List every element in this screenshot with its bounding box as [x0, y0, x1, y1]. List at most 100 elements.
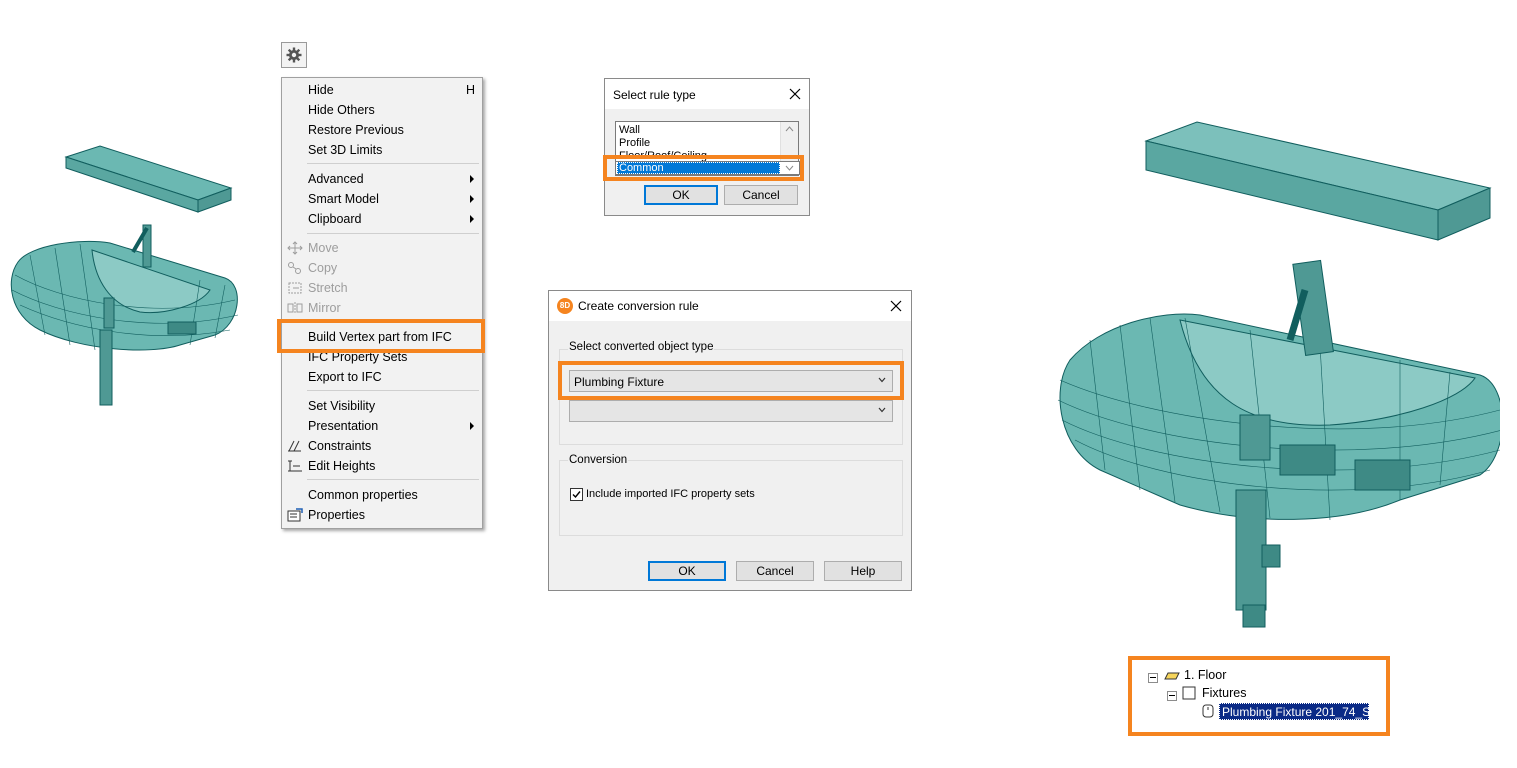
help-button[interactable]: Help: [824, 561, 902, 581]
list-item[interactable]: Profile: [619, 137, 650, 150]
menu-item-common-properties[interactable]: Common properties: [282, 485, 482, 505]
menu-item-hide[interactable]: Hide H: [282, 80, 482, 100]
mirror-icon: [287, 302, 303, 314]
scroll-up-icon[interactable]: [785, 126, 794, 132]
close-icon[interactable]: [788, 87, 802, 101]
checkmark-icon: [572, 491, 581, 499]
menu-item-edit-heights[interactable]: Edit Heights: [282, 456, 482, 476]
selected-rule-type: Common: [619, 162, 664, 174]
menu-item-presentation[interactable]: Presentation: [282, 416, 482, 436]
include-ifc-checkbox[interactable]: [570, 488, 583, 501]
menu-separator: [307, 233, 479, 234]
secondary-type-dropdown[interactable]: [569, 400, 893, 422]
menu-separator: [307, 163, 479, 164]
menu-item-label: Build Vertex part from IFC: [308, 330, 452, 344]
menu-separator: [307, 321, 479, 322]
menu-item-label: Advanced: [308, 172, 364, 186]
create-conversion-rule-dialog: 8D Create conversion rule Select convert…: [548, 290, 912, 591]
app-logo-icon: 8D: [557, 298, 573, 314]
properties-icon: [287, 508, 303, 522]
submenu-arrow-icon: [470, 175, 474, 183]
menu-item-label: Hide Others: [308, 103, 375, 117]
menu-shortcut: H: [465, 83, 475, 97]
tree-item-floor[interactable]: 1. Floor: [1184, 668, 1226, 682]
list-item[interactable]: Wall: [619, 124, 640, 137]
menu-item-build-vertex-part[interactable]: Build Vertex part from IFC: [282, 327, 482, 347]
collapse-floor-icon[interactable]: [1148, 673, 1158, 683]
group-label: Conversion: [568, 454, 629, 466]
tree-item-fixtures[interactable]: Fixtures: [1202, 686, 1246, 700]
menu-item-label: Edit Heights: [308, 459, 376, 473]
ok-button[interactable]: OK: [644, 185, 718, 205]
menu-item-label: Stretch: [308, 281, 348, 295]
menu-separator: [307, 479, 479, 480]
move-icon: [287, 241, 303, 255]
menu-item-label: Copy: [308, 261, 338, 275]
collapse-fixtures-icon[interactable]: [1167, 691, 1177, 701]
menu-item-label: Set 3D Limits: [308, 143, 383, 157]
menu-item-stretch[interactable]: Stretch: [282, 278, 482, 298]
chevron-down-icon: [878, 377, 886, 383]
menu-separator: [307, 390, 479, 391]
selected-tree-item[interactable]: Plumbing Fixture 201_74_ST_: [1219, 703, 1384, 720]
menu-item-label: Hide: [308, 83, 334, 97]
menu-item-label: Restore Previous: [308, 123, 404, 137]
floor-layer-icon: [1164, 672, 1180, 680]
menu-item-ifc-property-sets[interactable]: IFC Property Sets: [282, 347, 482, 367]
context-menu: Hide H Hide Others Restore Previous Set …: [281, 77, 483, 529]
object-tree: 1. Floor Fixtures Plumbing Fixture 201_7…: [1130, 658, 1389, 735]
menu-item-smart-model[interactable]: Smart Model: [282, 189, 482, 209]
group-label: Select converted object type: [568, 341, 715, 353]
checkbox-label: Include imported IFC property sets: [586, 488, 755, 500]
menu-item-advanced[interactable]: Advanced: [282, 169, 482, 189]
menu-item-export-to-ifc[interactable]: Export to IFC: [282, 367, 482, 387]
menu-item-label: Mirror: [308, 301, 341, 315]
submenu-arrow-icon: [470, 195, 474, 203]
rule-type-selected-row[interactable]: Common: [615, 161, 800, 175]
menu-item-clipboard[interactable]: Clipboard: [282, 209, 482, 229]
constraints-icon: [288, 440, 301, 452]
folder-icon: [1182, 686, 1196, 700]
cancel-button[interactable]: Cancel: [724, 185, 798, 205]
menu-item-set-3d-limits[interactable]: Set 3D Limits: [282, 140, 482, 160]
menu-item-set-visibility[interactable]: Set Visibility: [282, 396, 482, 416]
large-sink-model[interactable]: [1050, 115, 1500, 635]
menu-item-hide-others[interactable]: Hide Others: [282, 100, 482, 120]
menu-item-mirror[interactable]: Mirror: [282, 298, 482, 318]
menu-item-label: Export to IFC: [308, 370, 382, 384]
chevron-down-icon: [785, 165, 794, 171]
submenu-arrow-icon: [470, 215, 474, 223]
stretch-icon: [288, 282, 302, 294]
menu-item-label: Move: [308, 241, 339, 255]
menu-item-label: Set Visibility: [308, 399, 376, 413]
menu-item-label: Properties: [308, 508, 365, 522]
menu-item-label: Constraints: [308, 439, 372, 453]
dialog-titlebar: Select rule type: [605, 79, 809, 109]
menu-item-copy[interactable]: Copy: [282, 258, 482, 278]
copy-icon: [288, 262, 301, 274]
menu-item-restore-previous[interactable]: Restore Previous: [282, 120, 482, 140]
menu-item-constraints[interactable]: Constraints: [282, 436, 482, 456]
small-sink-model[interactable]: [0, 140, 260, 420]
menu-item-properties[interactable]: Properties: [282, 505, 482, 525]
menu-item-label: Smart Model: [308, 192, 379, 206]
tree-item-plumbing-fixture: Plumbing Fixture 201_74_ST_: [1222, 705, 1385, 719]
fixture-object-icon: [1202, 704, 1214, 718]
dialog-title: Create conversion rule: [578, 299, 699, 313]
dropdown-value: Plumbing Fixture: [574, 375, 665, 389]
close-icon[interactable]: [889, 299, 903, 313]
edit-heights-icon: [288, 460, 302, 472]
menu-item-label: Common properties: [308, 488, 418, 502]
dialog-titlebar: 8D Create conversion rule: [549, 291, 911, 321]
cancel-button[interactable]: Cancel: [736, 561, 814, 581]
settings-gear-button[interactable]: [281, 42, 307, 68]
submenu-arrow-icon: [470, 422, 474, 430]
menu-item-label: IFC Property Sets: [308, 350, 408, 364]
menu-item-move[interactable]: Move: [282, 238, 482, 258]
menu-item-label: Clipboard: [308, 212, 362, 226]
object-type-dropdown[interactable]: Plumbing Fixture: [569, 370, 893, 392]
ok-button[interactable]: OK: [648, 561, 726, 581]
dialog-title: Select rule type: [613, 88, 696, 102]
chevron-down-icon: [878, 407, 886, 413]
menu-item-label: Presentation: [308, 419, 379, 433]
